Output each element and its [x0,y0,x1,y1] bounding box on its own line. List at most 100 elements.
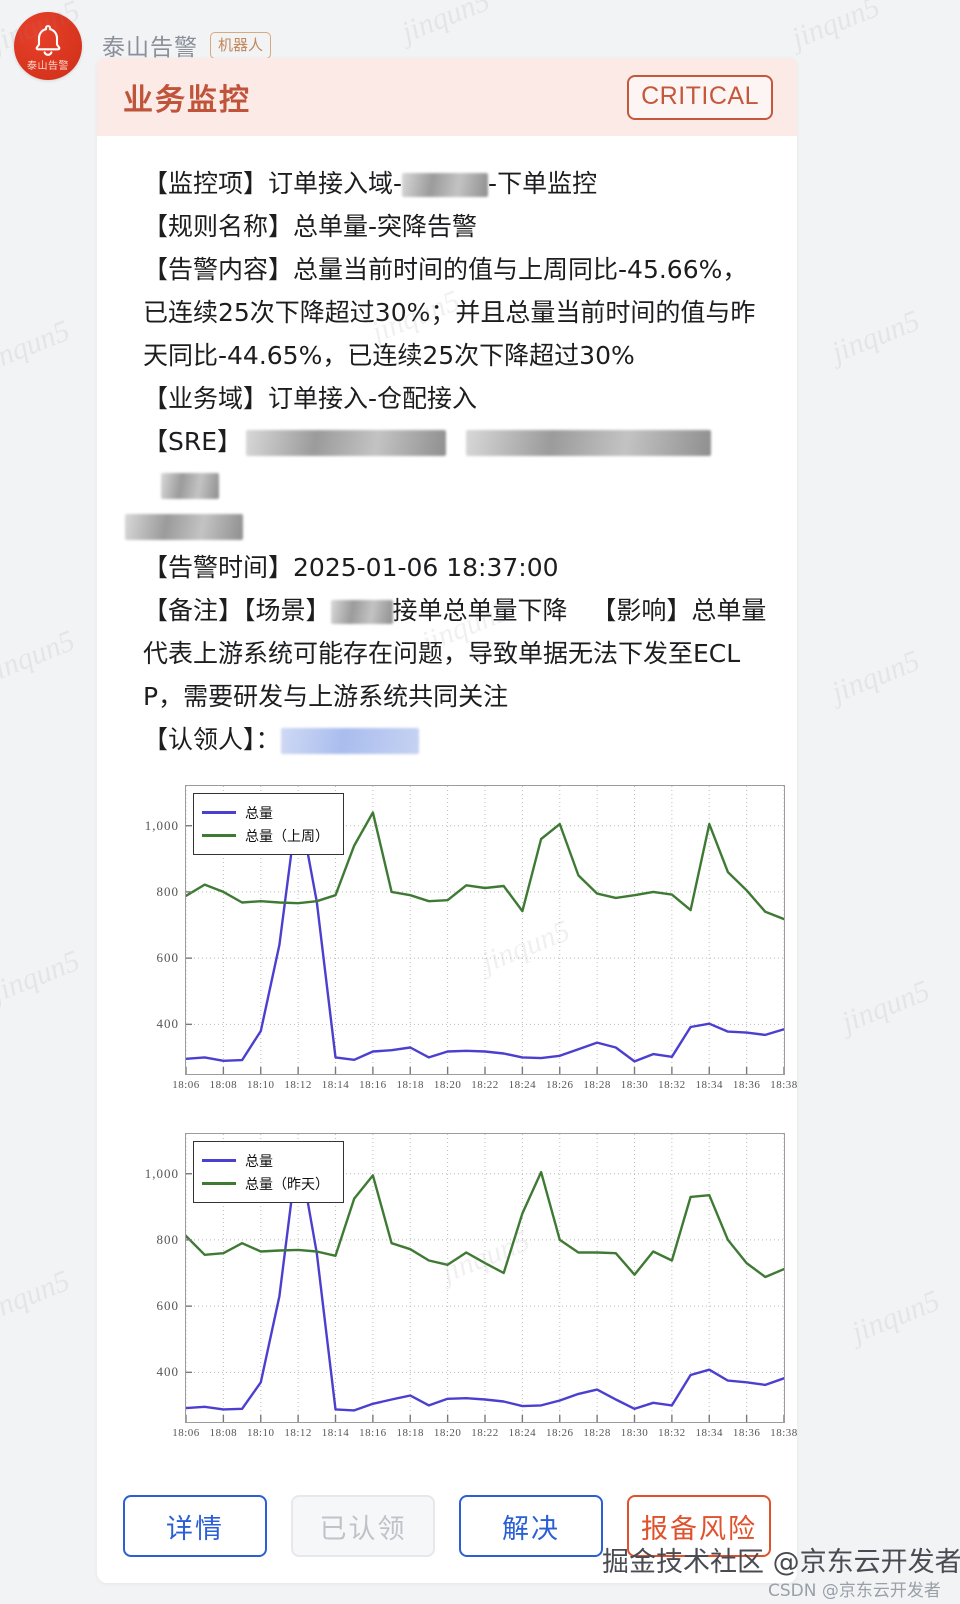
footer-watermark-primary: 掘金技术社区 @京东云开发者 [602,1547,960,1578]
avatar-brand-text: 泰山告警 [27,61,69,72]
x-axis-tick-label: 18:36 [732,1079,761,1091]
x-axis-tick-label: 18:20 [433,1079,462,1091]
watermark-tile: jinqun5 [0,1264,75,1330]
x-axis-tick-label: 18:14 [321,1079,350,1091]
x-axis-tick-label: 18:18 [396,1427,425,1439]
page-title: 业务监控 [123,83,251,118]
redacted-text [466,430,712,456]
x-axis-tick-label: 18:12 [284,1427,312,1439]
y-axis-tick-label: 600 [156,950,179,966]
legend-label: 总量（昨天） [245,1176,329,1193]
field-alarm-time-value: 2025-01-06 18:37:00 [293,553,559,582]
field-remark-impact-label: 【影响】 [591,596,692,625]
field-business-domain-label: 【业务域】 [143,384,269,413]
legend-label: 总量 [245,1153,273,1170]
field-alarm-time-label: 【告警时间】 [143,553,294,582]
x-axis-tick-label: 18:24 [508,1079,537,1091]
x-axis-tick-label: 18:08 [209,1079,238,1091]
x-axis-tick-label: 18:08 [209,1427,238,1439]
avatar[interactable]: 泰山告警 [14,12,82,80]
x-axis-tick-label: 18:26 [545,1079,574,1091]
watermark-tile: jinqun5 [396,0,495,50]
x-axis-tick-label: 18:26 [545,1427,574,1439]
watermark-tile: jinqun5 [846,1284,945,1350]
footer-watermark-secondary: CSDN @京东云开发者 [768,1581,941,1601]
card-header: 业务监控 CRITICAL [97,58,797,136]
legend-item[interactable]: 总量（上周） [202,824,329,847]
chart-week-comparison[interactable]: 400 600 800 1,000 18:06 18:08 18:10 18:12 18:14 1… [125,779,797,1109]
field-monitor-item-label: 【监控项】 [143,169,269,198]
x-axis-tick-label: 18:28 [583,1427,611,1439]
y-axis-tick-label: 600 [156,1298,179,1314]
x-axis-tick-label: 18:34 [695,1079,724,1091]
x-axis-tick-label: 18:34 [695,1427,724,1439]
x-axis-tick-label: 18:22 [471,1079,499,1091]
legend-item[interactable]: 总量 [202,801,329,824]
redacted-text [125,514,243,540]
x-axis-tick-label: 18:06 [172,1079,200,1091]
x-axis-tick-label: 18:14 [321,1427,350,1439]
watermark-tile: jinqun5 [786,0,885,56]
field-monitor-item: 【监控项】订单接入域- -下单监控 [125,162,769,205]
x-axis-tick-label: 18:06 [172,1427,200,1439]
redacted-text [330,600,393,624]
field-monitor-item-pre: 订单接入域- [268,169,403,198]
field-monitor-item-post: -下单监控 [488,169,598,198]
watermark-tile: jinqun5 [836,974,935,1040]
x-axis-tick-label: 18:36 [732,1427,761,1439]
x-axis-tick-label: 18:22 [471,1427,499,1439]
x-axis-tick-label: 18:10 [246,1079,275,1091]
x-axis-tick-label: 18:30 [620,1427,649,1439]
field-rule-name: 【规则名称】总单量-突降告警 [125,205,769,248]
x-axis-tick-label: 18:30 [620,1079,649,1091]
field-rule-name-label: 【规则名称】 [143,212,294,241]
y-axis-tick-label: 400 [156,1364,179,1380]
line-chart[interactable]: 400 600 800 1,000 18:06 18:08 18:10 18:12 18:14 1… [137,779,797,1109]
field-alarm-content: 【告警内容】总量当前时间的值与上周同比-45.66%，已连续25次下降超过30%… [125,248,769,377]
legend-item[interactable]: 总量 [202,1149,329,1172]
y-axis-tick-label: 800 [156,1231,179,1247]
y-axis-tick-label: 1,000 [144,1165,179,1181]
legend-label: 总量（上周） [245,828,329,845]
x-axis-tick-label: 18:32 [658,1427,686,1439]
field-sre-overflow [125,506,769,546]
resolve-button[interactable]: 解决 [459,1495,603,1557]
x-axis-tick-label: 18:16 [359,1079,387,1091]
field-rule-name-value: 总单量-突降告警 [293,212,478,241]
sender-name: 泰山告警 [102,35,198,61]
chart-legend: 总量总量（昨天） [193,1141,344,1203]
field-alarm-time: 【告警时间】2025-01-06 18:37:00 [125,546,769,589]
claimed-button[interactable]: 已认领 [291,1495,435,1557]
redacted-text [161,473,219,499]
x-axis-tick-label: 18:20 [433,1427,462,1439]
field-alarm-content-label: 【告警内容】 [143,255,294,284]
card-body: 【监控项】订单接入域- -下单监控 【规则名称】总单量-突降告警 【告警内容】总量… [97,136,797,1473]
x-axis-tick-label: 18:16 [359,1427,387,1439]
x-axis-tick-label: 18:32 [658,1079,686,1091]
field-business-domain-value: 订单接入-仓配接入 [268,384,478,413]
field-remark-label: 【备注】 [143,596,244,625]
legend-swatch-icon [202,811,236,814]
chart-legend: 总量总量（上周） [193,793,344,855]
field-sre: 【SRE】 [125,420,769,506]
field-remark-scene-label: 【场景】 [243,596,331,625]
field-remark: 【备注】【场景】 接单总单量下降 【影响】总单量代表上游系统可能存在问题，导致单据… [125,589,769,718]
legend-item[interactable]: 总量（昨天） [202,1172,329,1195]
line-chart[interactable]: 400 600 800 1,000 18:06 18:08 18:10 18:12 18:14 1… [137,1127,797,1457]
watermark-tile: jinqun5 [0,314,75,380]
chart-yesterday-comparison[interactable]: 400 600 800 1,000 18:06 18:08 18:10 18:12 18:14 1… [125,1127,797,1457]
detail-button[interactable]: 详情 [123,1495,267,1557]
watermark-tile: jinqun5 [0,944,85,1010]
x-axis-tick-label: 18:10 [246,1427,275,1439]
watermark-tile: jinqun5 [826,304,925,370]
status-badge: CRITICAL [627,74,773,120]
bell-icon [35,24,61,56]
field-claimer-label: 【认领人】： [143,725,281,754]
alert-card: 业务监控 CRITICAL 【监控项】订单接入域- -下单监控 【规则名称】总单量… [97,58,797,1583]
x-axis-tick-label: 18:28 [583,1079,611,1091]
x-axis-tick-label: 18:18 [396,1079,425,1091]
watermark-tile: jinqun5 [826,644,925,710]
legend-swatch-icon [202,834,236,837]
legend-swatch-icon [202,1182,236,1185]
screenshot-root: jinqun5 jinqun5 jinqun5 jinqun5 jinqun5 … [0,0,960,1604]
